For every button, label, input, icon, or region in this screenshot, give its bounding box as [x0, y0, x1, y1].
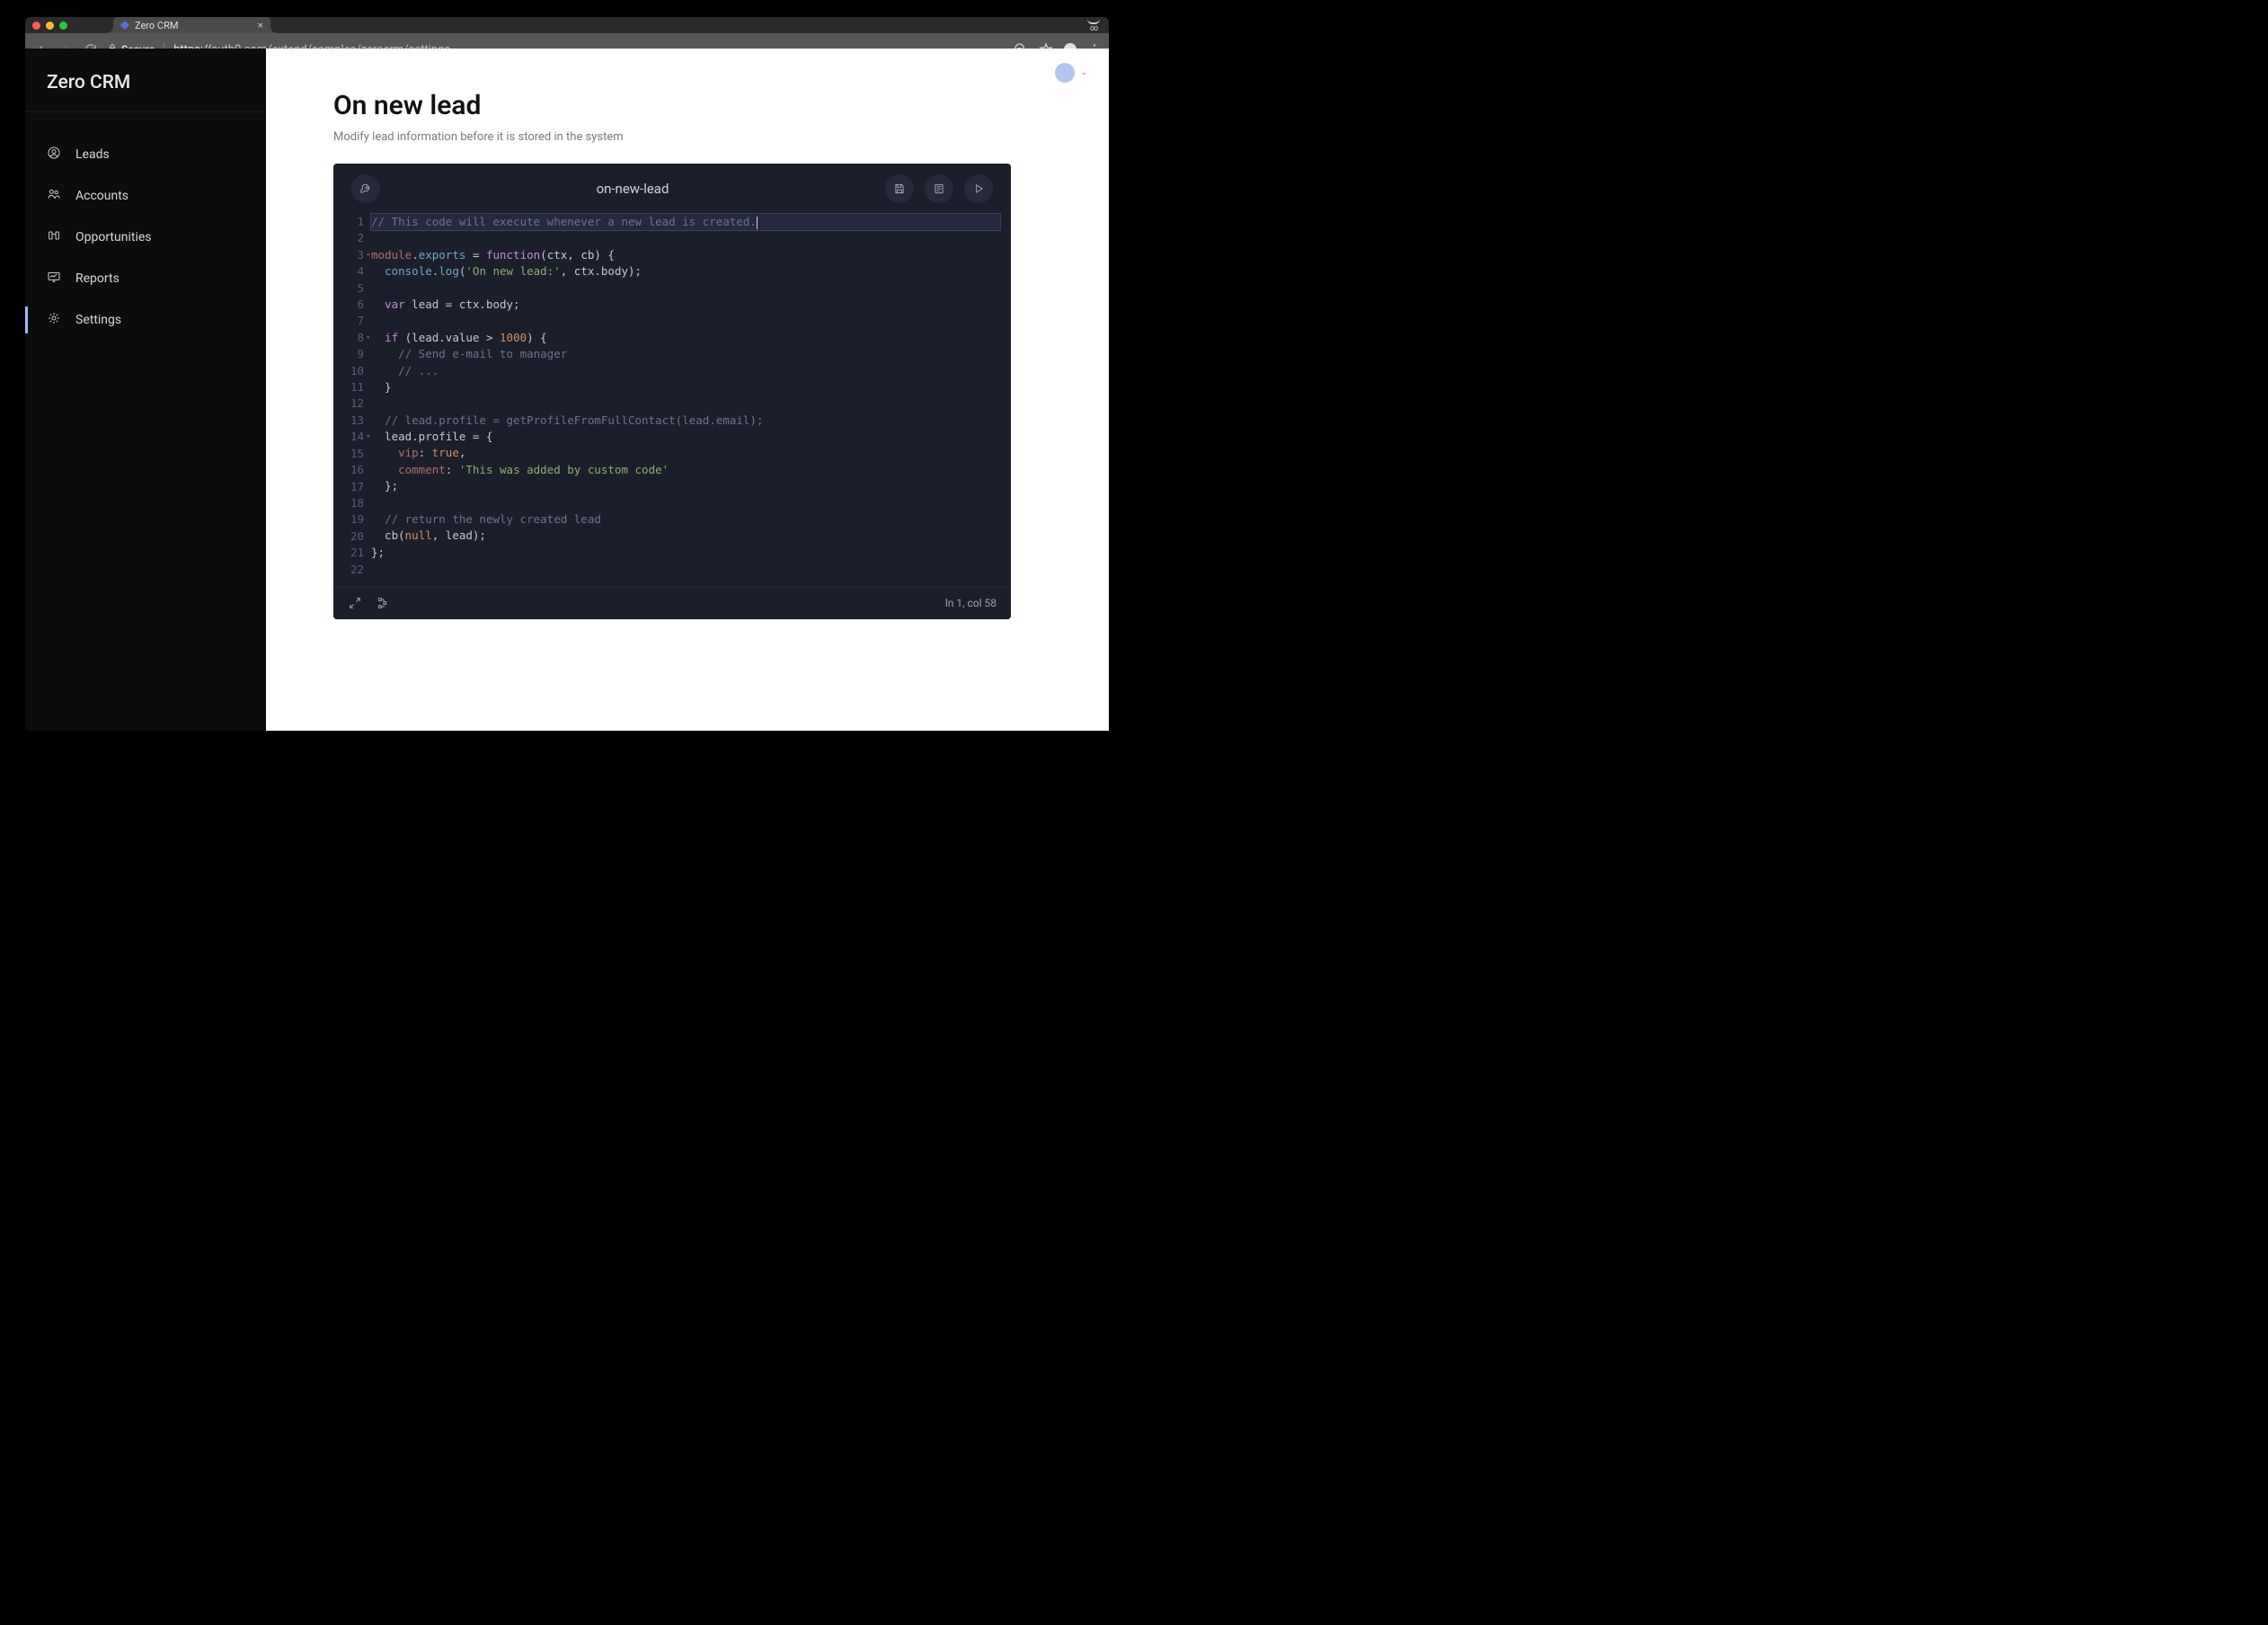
line-number: 12	[333, 395, 364, 412]
code-line[interactable]: cb(null, lead);	[371, 528, 1000, 544]
sidebar: Zero CRM Leads Accounts Opportunities Repor…	[25, 49, 266, 380]
line-number: 16	[333, 462, 364, 478]
gear-icon	[47, 311, 61, 329]
code-line[interactable]: // return the newly created lead	[371, 511, 1000, 528]
code-line[interactable]: comment: 'This was added by custom code'	[371, 462, 1000, 478]
code-line[interactable]: // lead.profile = getProfileFromFullCont…	[371, 413, 1000, 429]
editor-settings-button[interactable]	[351, 174, 380, 203]
main-content: ⌄ On new lead Modify lead information be…	[266, 49, 1109, 380]
sidebar-item-label: Settings	[75, 313, 121, 327]
code-line[interactable]: if (lead.value > 1000) {	[371, 330, 1000, 346]
line-number: 3	[333, 247, 364, 263]
line-number: 5	[333, 280, 364, 297]
window-close-button[interactable]	[32, 22, 40, 30]
line-number: 4	[333, 263, 364, 280]
line-number: 6	[333, 297, 364, 313]
page-subtitle: Modify lead information before it is sto…	[333, 130, 1041, 144]
line-number: 18	[333, 495, 364, 511]
run-button[interactable]	[964, 174, 993, 203]
sidebar-item-leads[interactable]: Leads	[25, 134, 266, 175]
tab-favicon-icon	[120, 21, 129, 30]
code-line[interactable]: lead.profile = {	[371, 429, 1000, 445]
page-title: On new lead	[333, 90, 1041, 121]
code-line[interactable]: module.exports = function(ctx, cb) {	[371, 247, 1000, 263]
code-line[interactable]	[371, 313, 1000, 329]
code-line[interactable]	[371, 230, 1000, 246]
window-minimize-button[interactable]	[46, 22, 54, 30]
line-number: 19	[333, 511, 364, 528]
code-line[interactable]: var lead = ctx.body;	[371, 297, 1000, 313]
line-number: 8	[333, 330, 364, 346]
code-line[interactable]: };	[371, 478, 1000, 494]
chevron-down-icon: ⌄	[1080, 68, 1087, 77]
sidebar-item-label: Reports	[75, 271, 120, 286]
line-number: 17	[333, 479, 364, 495]
line-number: 21	[333, 545, 364, 561]
user-menu[interactable]: ⌄	[1055, 63, 1087, 83]
line-number: 9	[333, 346, 364, 362]
user-circle-icon	[47, 146, 61, 164]
code-line[interactable]: // Send e-mail to manager	[371, 346, 1000, 362]
window-maximize-button[interactable]	[59, 22, 67, 30]
code-line[interactable]: };	[371, 545, 1000, 561]
line-number: 7	[333, 313, 364, 329]
binoculars-icon	[47, 228, 61, 246]
app-name: Zero CRM	[25, 49, 266, 112]
code-line[interactable]	[371, 280, 1000, 297]
code-line[interactable]	[371, 561, 1000, 577]
line-number: 20	[333, 528, 364, 545]
code-line[interactable]: // ...	[371, 363, 1000, 379]
browser-tab[interactable]: Zero CRM ×	[113, 17, 270, 33]
sidebar-item-opportunities[interactable]: Opportunities	[25, 217, 266, 258]
line-number: 1	[333, 214, 364, 230]
sidebar-item-accounts[interactable]: Accounts	[25, 175, 266, 217]
tree-icon[interactable]	[377, 596, 391, 610]
code-line[interactable]: vip: true,	[371, 445, 1000, 461]
logs-button[interactable]	[925, 174, 953, 203]
code-line[interactable]: console.log('On new lead:', ctx.body);	[371, 263, 1000, 280]
line-number: 2	[333, 230, 364, 246]
expand-icon[interactable]	[348, 596, 362, 610]
code-line[interactable]	[371, 395, 1000, 412]
line-number: 10	[333, 363, 364, 379]
cursor-position: ln 1, col 58	[945, 597, 997, 609]
save-button[interactable]	[885, 174, 914, 203]
avatar	[1055, 63, 1075, 83]
tab-close-icon[interactable]: ×	[258, 19, 263, 31]
tab-title: Zero CRM	[135, 20, 178, 31]
sidebar-item-reports[interactable]: Reports	[25, 258, 266, 299]
code-line[interactable]: // This code will execute whenever a new…	[371, 214, 1000, 230]
sidebar-item-settings[interactable]: Settings	[25, 299, 266, 341]
users-icon	[47, 187, 61, 205]
line-number: 13	[333, 413, 364, 429]
code-line[interactable]: }	[371, 379, 1000, 395]
chart-icon	[47, 270, 61, 288]
line-number: 15	[333, 446, 364, 462]
sidebar-item-label: Leads	[75, 147, 110, 162]
code-editor-panel: on-new-lead 1234567891011121314151617181…	[333, 164, 1011, 619]
line-number: 22	[333, 562, 364, 578]
incognito-icon: oo	[1087, 19, 1100, 31]
editor-title: on-new-lead	[380, 181, 885, 197]
sidebar-item-label: Accounts	[75, 189, 128, 203]
code-line[interactable]	[371, 495, 1000, 511]
line-number: 14	[333, 429, 364, 445]
line-number: 11	[333, 379, 364, 395]
code-editor[interactable]: 12345678910111213141516171819202122 // T…	[333, 214, 1011, 587]
sidebar-item-label: Opportunities	[75, 230, 152, 244]
